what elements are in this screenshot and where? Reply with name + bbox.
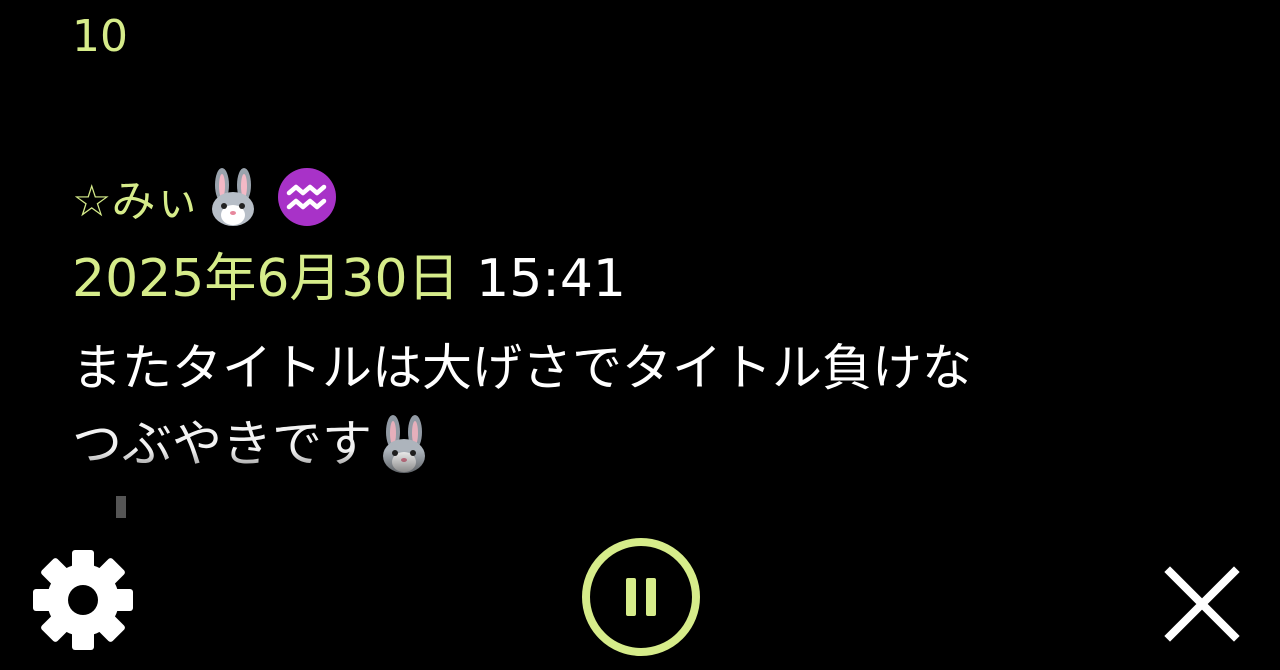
post-body-text: またタイトルは大げさでタイトル負けな xyxy=(72,339,972,397)
author-name: ☆みぃ xyxy=(72,176,200,227)
scroll-indicator xyxy=(116,496,126,518)
gear-icon xyxy=(31,548,135,656)
scroll-fade-overlay xyxy=(0,450,1280,530)
close-button[interactable] xyxy=(1152,556,1252,656)
post-time: 15:41 xyxy=(476,249,626,309)
post-timestamp: 2025年6月30日 15:41 xyxy=(72,244,626,314)
post-body-line: またタイトルは大げさでタイトル負けな xyxy=(72,330,1192,406)
pause-button[interactable] xyxy=(580,538,702,660)
pause-icon xyxy=(580,536,702,662)
post-author-row: ☆みぃ xyxy=(72,166,337,228)
settings-button[interactable] xyxy=(28,550,138,654)
aquarius-icon xyxy=(277,167,337,227)
post-date: 2025年6月30日 xyxy=(72,249,460,309)
post-count: 10 xyxy=(72,11,128,62)
rabbit-face-icon xyxy=(205,167,261,227)
close-icon xyxy=(1160,562,1244,650)
